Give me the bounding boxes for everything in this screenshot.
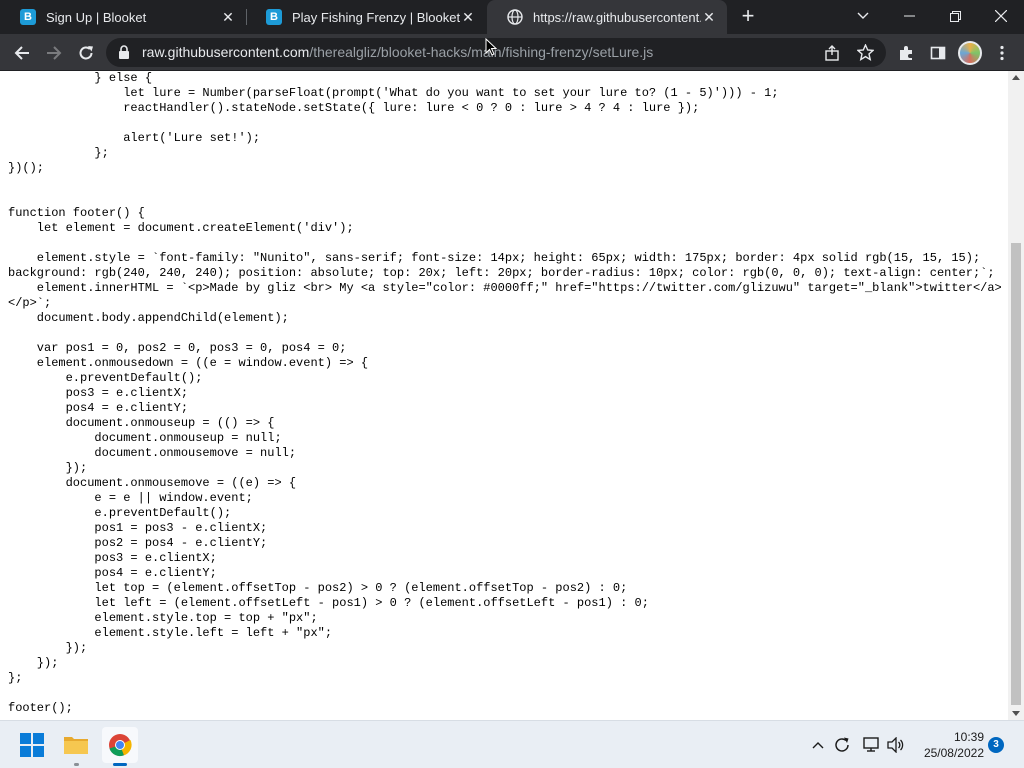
- app-active-indicator: [113, 763, 127, 766]
- tab-title: Sign Up | Blooket: [46, 9, 147, 25]
- url-path: /therealgliz/blooket-hacks/main/fishing-…: [309, 44, 654, 60]
- back-arrow-icon: [14, 46, 29, 60]
- show-hidden-icons-chevron-icon[interactable]: [808, 735, 828, 755]
- url-host: raw.githubusercontent.com: [142, 44, 310, 60]
- source-code: } else { let lure = Number(parseFloat(pr…: [8, 71, 1002, 715]
- tab-title: https://raw.githubusercontent.co: [533, 9, 701, 25]
- profile-avatar[interactable]: [958, 41, 982, 65]
- restore-button[interactable]: [932, 0, 978, 32]
- forward-arrow-icon: [47, 46, 62, 60]
- blooket-icon: B: [266, 9, 282, 25]
- tab-title: Play Fishing Frenzy | Blooket: [292, 9, 460, 25]
- page-content: } else { let lure = Number(parseFloat(pr…: [0, 71, 1008, 720]
- minimize-button[interactable]: [886, 0, 932, 32]
- lock-icon[interactable]: [118, 45, 130, 59]
- browser-toolbar: raw.githubusercontent.com/therealgliz/bl…: [0, 34, 1024, 71]
- back-button[interactable]: [8, 39, 36, 67]
- volume-icon[interactable]: [886, 735, 906, 755]
- tab-sign-up[interactable]: B Sign Up | Blooket ✕: [0, 0, 246, 34]
- reload-button[interactable]: [72, 39, 100, 67]
- windows-logo-icon: [20, 733, 44, 757]
- globe-icon: [507, 9, 523, 25]
- close-icon[interactable]: ✕: [460, 9, 476, 25]
- sync-icon[interactable]: [832, 735, 852, 755]
- file-explorer-button[interactable]: [58, 727, 94, 766]
- system-clock[interactable]: 10:39 25/08/2022: [914, 729, 984, 761]
- tab-raw-github[interactable]: https://raw.githubusercontent.co ✕: [487, 0, 727, 34]
- extensions-button[interactable]: [892, 39, 920, 67]
- blooket-icon: B: [20, 9, 36, 25]
- app-running-indicator: [74, 763, 79, 766]
- tab-play-fishing-frenzy[interactable]: B Play Fishing Frenzy | Blooket ✕: [246, 0, 486, 34]
- tab-search-chevron-icon[interactable]: [840, 0, 886, 32]
- close-window-button[interactable]: [978, 0, 1024, 32]
- mouse-cursor-icon: [485, 38, 497, 56]
- notification-badge[interactable]: 3: [988, 737, 1004, 753]
- start-button[interactable]: [14, 727, 50, 763]
- scroll-up-arrow-icon[interactable]: [1012, 75, 1020, 80]
- url-text[interactable]: raw.githubusercontent.com/therealgliz/bl…: [142, 44, 653, 60]
- close-icon[interactable]: ✕: [220, 9, 236, 25]
- scroll-down-arrow-icon[interactable]: [1012, 711, 1020, 716]
- share-icon[interactable]: [824, 45, 840, 61]
- folder-icon: [64, 737, 88, 754]
- reload-icon: [79, 46, 93, 60]
- scrollbar-thumb[interactable]: [1011, 243, 1021, 705]
- close-icon[interactable]: ✕: [701, 9, 717, 25]
- bookmark-star-icon[interactable]: [857, 44, 874, 61]
- clock-date: 25/08/2022: [923, 746, 984, 760]
- chrome-button[interactable]: [102, 727, 138, 766]
- clock-time: 10:39: [953, 730, 984, 744]
- taskbar: 10:39 25/08/2022 3: [0, 720, 1024, 768]
- network-icon[interactable]: [860, 735, 880, 755]
- vertical-scrollbar[interactable]: [1008, 71, 1024, 720]
- tab-strip: B Sign Up | Blooket ✕ B Play Fishing Fre…: [0, 0, 1024, 34]
- puzzle-icon: [900, 46, 912, 60]
- forward-button[interactable]: [40, 39, 68, 67]
- menu-button[interactable]: [988, 39, 1016, 67]
- more-vertical-icon: [1000, 45, 1004, 61]
- side-panel-icon: [930, 46, 946, 60]
- chrome-icon: [109, 734, 132, 757]
- side-panel-button[interactable]: [924, 39, 952, 67]
- new-tab-button[interactable]: +: [736, 5, 760, 29]
